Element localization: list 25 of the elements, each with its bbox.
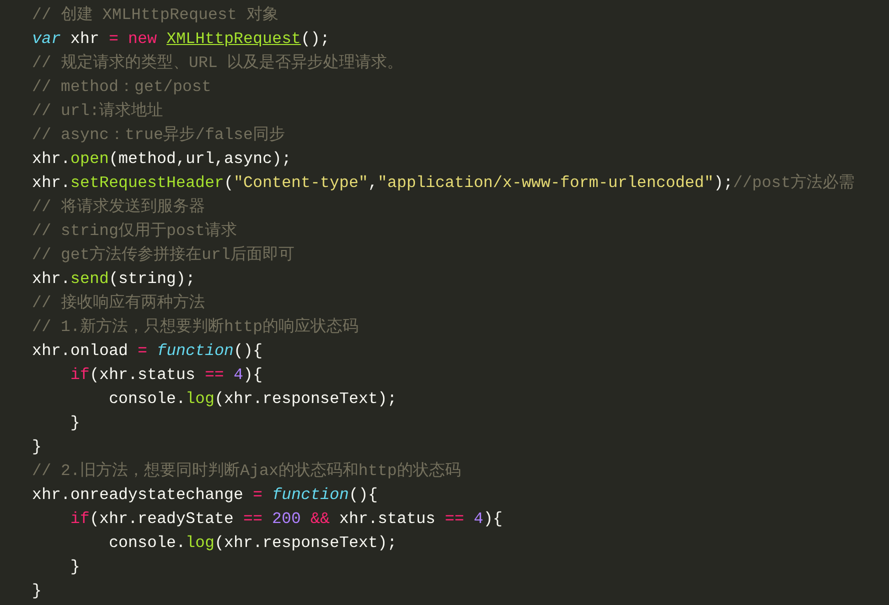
code-line: // get方法传参拼接在url后面即可 bbox=[32, 244, 296, 266]
code-line: // 将请求发送到服务器 bbox=[32, 196, 206, 218]
code-line: var xhr = new XMLHttpRequest(); bbox=[32, 29, 331, 50]
code-line: if(xhr.status == 4){ bbox=[69, 365, 264, 386]
code-line: } bbox=[32, 437, 43, 458]
code-line: // 创建 XMLHttpRequest 对象 bbox=[32, 4, 280, 26]
code-line: // method：get/post bbox=[32, 77, 212, 98]
code-line: // 2.旧方法，想要同时判断Ajax的状态码和http的状态码 bbox=[32, 460, 462, 482]
code-line: // 规定请求的类型、URL 以及是否异步处理请求。 bbox=[32, 52, 404, 74]
code-line: xhr.open(method,url,async); bbox=[32, 149, 292, 170]
code-line: xhr.setRequestHeader("Content-type","application/x-www-form-urlencoded");//post方法必需 bbox=[32, 172, 856, 194]
code-line: xhr.onload = function(){ bbox=[32, 341, 264, 362]
code-line: console.log(xhr.responseText); bbox=[108, 389, 398, 410]
code-line: // async：true异步/false同步 bbox=[32, 124, 286, 146]
code-line: console.log(xhr.responseText); bbox=[108, 533, 398, 554]
code-line: } bbox=[69, 413, 82, 434]
code-line: // 1.新方法，只想要判断http的响应状态码 bbox=[32, 316, 360, 338]
code-line: xhr.send(string); bbox=[32, 269, 196, 290]
code-line: // url:请求地址 bbox=[32, 100, 164, 122]
code-line: } bbox=[69, 557, 82, 578]
code-line: // 接收响应有两种方法 bbox=[32, 292, 206, 314]
code-line: xhr.onreadystatechange = function(){ bbox=[32, 485, 379, 506]
code-line: // string仅用于post请求 bbox=[32, 220, 238, 242]
code-line: } bbox=[32, 581, 43, 602]
code-line: if(xhr.readyState == 200 && xhr.status == 4){ bbox=[69, 509, 504, 530]
